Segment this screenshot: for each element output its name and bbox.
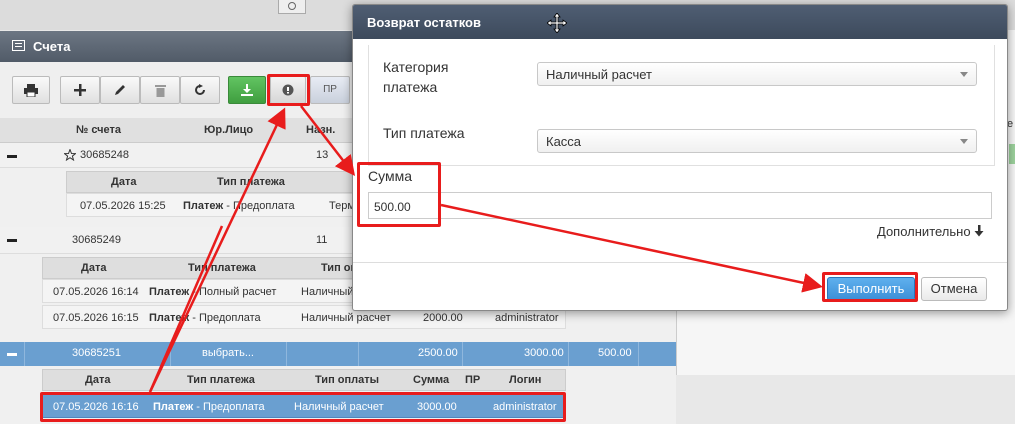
footer-divider [353, 262, 1007, 263]
more-label: Дополнительно [877, 224, 971, 239]
subtable-row[interactable]: 07.05.2026 16:14 Платеж - Полный расчет … [42, 279, 391, 303]
col-purpose-header[interactable]: Назн. [306, 124, 335, 136]
highlight-sum-field [357, 162, 441, 227]
payment-sum: 2000.00 [423, 312, 463, 324]
divider [568, 342, 569, 366]
print-icon [24, 84, 38, 97]
sub-type-header: Тип платежа [217, 176, 285, 188]
edit-button[interactable] [100, 76, 140, 104]
account-number: 30685249 [72, 234, 121, 246]
add-button[interactable] [60, 76, 100, 104]
sub-date-header: Дата [111, 176, 137, 188]
payment-type-label: Тип платежа [383, 125, 465, 141]
col-account-header[interactable]: № счета [76, 124, 121, 136]
chevron-down-icon [960, 72, 968, 77]
dialog-header[interactable]: Возврат остатков [353, 5, 1007, 39]
category-value: Наличный расчет [546, 67, 652, 82]
refresh-button[interactable] [180, 76, 220, 104]
highlight-return-button [267, 74, 310, 106]
divider [462, 342, 463, 366]
sub-date-header: Дата [81, 262, 107, 274]
payment-method: Наличный расчет [301, 312, 391, 324]
sub-login-header: Логин [509, 374, 542, 386]
print-button[interactable] [12, 76, 50, 104]
form-fieldset: Категория платежа Наличный расчет Тип пл… [368, 45, 995, 166]
delete-button[interactable] [140, 76, 180, 104]
payment-type: - Предоплата [223, 200, 295, 212]
chevron-down-icon [960, 139, 968, 144]
purpose-value: 13 [316, 149, 329, 161]
payment-login: administrator [495, 312, 559, 324]
table-row-selected[interactable]: 30685251 выбрать... 2500.00 3000.00 500.… [0, 342, 676, 366]
plus-icon [74, 84, 86, 96]
circle-icon [288, 2, 296, 10]
dialog-title: Возврат остатков [367, 15, 481, 30]
pencil-icon [115, 85, 125, 95]
payment-date: 07.05.2026 15:25 [80, 200, 166, 212]
balance-value: 500.00 [598, 347, 632, 359]
payment-type-bold: Платеж [183, 200, 224, 212]
more-toggle[interactable]: Дополнительно [877, 224, 984, 239]
background-green-cell [1009, 144, 1015, 164]
pr-button[interactable]: ПР [310, 76, 350, 104]
star-icon[interactable] [64, 149, 76, 161]
move-icon[interactable] [547, 13, 567, 33]
arrow-down-icon [974, 225, 984, 237]
refresh-icon [195, 84, 205, 95]
download-button[interactable] [228, 76, 266, 104]
subtable-row[interactable]: 07.05.2026 15:25 Платеж - Предоплата Тер… [66, 193, 356, 217]
divider [358, 342, 359, 366]
trash-icon [154, 85, 166, 97]
sub-sum-header: Сумма [413, 374, 450, 386]
entity-select[interactable]: выбрать... [202, 347, 254, 359]
sub-pr-header: ПР [465, 374, 481, 386]
sum-value: 2500.00 [418, 347, 458, 359]
top-button[interactable] [278, 0, 306, 14]
highlight-payment-row [40, 392, 566, 422]
panel-title: Счета [33, 39, 71, 54]
sub-date-header: Дата [85, 374, 111, 386]
sub-paytype-header: Тип оплаты [315, 374, 380, 386]
sub-type-header: Тип платежа [188, 262, 256, 274]
download-icon [241, 84, 253, 96]
payment-type: - Предоплата [189, 312, 261, 324]
highlight-execute-button [822, 272, 918, 302]
sub-type-header: Тип платежа [187, 374, 255, 386]
payment-type-bold: Платеж [149, 286, 190, 298]
table-icon [12, 40, 25, 51]
purpose-value: 11 [316, 234, 328, 246]
divider [286, 342, 287, 366]
subtable-header: Дата Тип платежа Тип оплаты Сумма ПР Лог… [42, 369, 566, 391]
collapse-icon[interactable] [7, 353, 17, 356]
payment-type-bold: Платеж [149, 312, 190, 324]
payment-date: 07.05.2026 16:14 [53, 286, 139, 298]
divider [170, 342, 171, 366]
cancel-button[interactable]: Отмена [921, 277, 987, 301]
divider [638, 342, 639, 366]
payment-date: 07.05.2026 16:15 [53, 312, 139, 324]
divider [24, 342, 25, 366]
subtable-header: Дата Тип платежа Тип опл [42, 257, 364, 279]
col-entity-header[interactable]: Юр.Лицо [204, 124, 253, 136]
collapse-icon[interactable] [7, 239, 17, 242]
return-balance-dialog: Возврат остатков Категория платежа Налич… [352, 4, 1008, 311]
category-select[interactable]: Наличный расчет [537, 62, 977, 86]
payment-type: - Полный расчет [189, 286, 277, 298]
account-number: 30685248 [80, 149, 129, 161]
payment-type-value: Касса [546, 134, 582, 149]
sum-input[interactable]: 500.00 [368, 192, 992, 219]
paid-value: 3000.00 [524, 347, 564, 359]
subtable-header: Дата Тип платежа [66, 171, 356, 193]
payment-type-select[interactable]: Касса [537, 129, 977, 153]
category-label: Категория платежа [383, 59, 449, 95]
account-number: 30685251 [72, 347, 121, 359]
collapse-icon[interactable] [7, 155, 17, 158]
